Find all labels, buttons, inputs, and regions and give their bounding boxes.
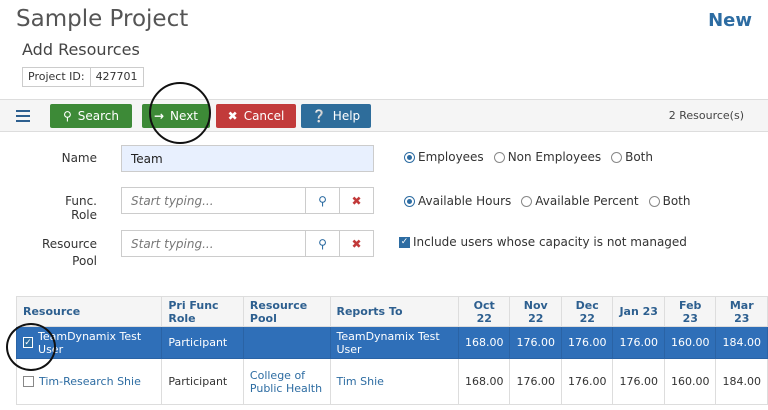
radio-non-employees-label: Non Employees [507, 150, 602, 164]
include-unmanaged-label: Include users whose capacity is not mana… [413, 235, 687, 249]
cell-reports-to: Tim Shie [329, 358, 459, 405]
radio-available-percent-label: Available Percent [535, 194, 639, 208]
col-oct-22[interactable]: Oct 22 [457, 296, 511, 327]
radio-employees-both-dot[interactable] [611, 151, 623, 163]
include-unmanaged-checkbox[interactable]: ✓ [399, 236, 410, 248]
resource-pool-lookup: Start typing... ⚲ ✖ [121, 230, 374, 257]
row-select-checkbox[interactable] [23, 376, 34, 387]
question-circle-icon: ❔ [311, 109, 327, 123]
radio-non-employees[interactable]: Non Employees [493, 150, 602, 164]
radio-available-hours-label: Available Hours [418, 194, 512, 208]
reports-to-link[interactable]: Tim Shie [337, 375, 384, 388]
toolbar: ⚲ Search → Next ✖ Cancel ❔ Help 2 Resour… [0, 99, 768, 132]
cell-jan-23: 176.00 [612, 358, 665, 405]
col-feb-23[interactable]: Feb 23 [663, 296, 717, 327]
resource-pool-clear-icon[interactable]: ✖ [339, 231, 373, 256]
cell-pool [242, 326, 331, 359]
resource-name-link[interactable]: Tim-Research Shie [39, 375, 141, 388]
name-input[interactable]: Team [121, 145, 374, 172]
search-icon: ⚲ [62, 109, 72, 123]
cell-oct-22: 168.00 [457, 326, 511, 359]
radio-employees[interactable]: Employees [404, 150, 484, 164]
col-nov-22[interactable]: Nov 22 [509, 296, 562, 327]
cell-role: Participant [161, 358, 244, 405]
cell-oct-22: 168.00 [457, 358, 511, 405]
search-button[interactable]: ⚲ Search [50, 104, 132, 128]
radio-employees-both[interactable]: Both [611, 150, 653, 164]
cell-nov-22: 176.00 [509, 358, 562, 405]
menu-icon[interactable] [16, 110, 30, 122]
cell-jan-23: 176.00 [612, 326, 665, 359]
resource-pool-label-line1: Resource [41, 237, 97, 251]
radio-available-percent-dot[interactable] [521, 195, 533, 207]
cell-feb-23: 160.00 [663, 358, 717, 405]
cancel-button[interactable]: ✖ Cancel [216, 104, 296, 128]
name-label: Name [61, 151, 97, 165]
col-pri-func-role[interactable]: Pri Func Role [161, 296, 244, 327]
cell-mar-23: 184.00 [715, 326, 768, 359]
help-button-label: Help [332, 109, 361, 123]
project-id-value: 427701 [95, 70, 138, 83]
radio-availability-both-label: Both [662, 194, 691, 208]
radio-employees-dot[interactable] [404, 151, 415, 163]
project-id-label: Project ID: [23, 68, 91, 86]
func-role-lookup: Start typing... ⚲ ✖ [121, 187, 374, 214]
radio-non-employees-dot[interactable] [493, 151, 505, 163]
col-resource[interactable]: Resource [15, 296, 163, 327]
radio-employees-both-label: Both [625, 150, 653, 164]
cell-nov-22: 176.00 [509, 326, 562, 359]
cancel-button-label: Cancel [243, 109, 285, 123]
project-id-box: Project ID: 427701 [22, 67, 144, 87]
page-subtitle: Add Resources [22, 40, 140, 59]
include-unmanaged-checkbox-row[interactable]: ✓ Include users whose capacity is not ma… [399, 235, 687, 249]
page-title: Sample Project [16, 6, 189, 32]
table-row[interactable]: Tim-Research Shie Participant College of… [15, 358, 768, 405]
new-badge: New [708, 10, 752, 31]
radio-available-percent[interactable]: Available Percent [521, 194, 639, 208]
radio-availability-both[interactable]: Both [648, 194, 691, 208]
next-button-highlight-circle [149, 82, 211, 144]
row-checkbox-highlight-circle [6, 323, 56, 371]
close-icon: ✖ [227, 109, 238, 123]
cell-role: Participant [161, 326, 244, 359]
col-dec-22[interactable]: Dec 22 [560, 296, 614, 327]
cell-reports-to: TeamDynamix Test User [329, 326, 459, 359]
resource-pool-link[interactable]: College of Public Health [250, 369, 322, 395]
resource-count: 2 Resource(s) [668, 109, 744, 122]
resource-grid: Resource Pri Func Role Resource Pool Rep… [15, 296, 768, 405]
cell-dec-22: 176.00 [560, 326, 614, 359]
resource-pool-search-icon[interactable]: ⚲ [305, 231, 339, 256]
cell-dec-22: 176.00 [560, 358, 614, 405]
resource-pool-label-line2: Pool [72, 254, 97, 268]
table-row[interactable]: ✓ TeamDynamix Test User Participant Team… [15, 326, 768, 359]
cell-mar-23: 184.00 [715, 358, 768, 405]
availability-radio-group: Available Hours Available Percent Both [404, 194, 690, 208]
radio-employees-label: Employees [418, 150, 484, 164]
help-button[interactable]: ❔ Help [301, 104, 371, 128]
grid-header-row: Resource Pri Func Role Resource Pool Rep… [15, 296, 768, 327]
radio-available-hours-dot[interactable] [404, 195, 415, 207]
cell-feb-23: 160.00 [663, 326, 717, 359]
employee-type-radio-group: Employees Non Employees Both [404, 150, 653, 164]
col-mar-23[interactable]: Mar 23 [715, 296, 768, 327]
radio-available-hours[interactable]: Available Hours [404, 194, 511, 208]
cell-pool: College of Public Health [242, 358, 331, 405]
col-jan-23[interactable]: Jan 23 [612, 296, 665, 327]
func-role-clear-icon[interactable]: ✖ [339, 188, 373, 213]
col-resource-pool[interactable]: Resource Pool [242, 296, 331, 327]
func-role-label: Func. Role [65, 194, 97, 222]
search-button-label: Search [77, 109, 120, 123]
func-role-input[interactable]: Start typing... [122, 188, 305, 213]
col-reports-to[interactable]: Reports To [329, 296, 459, 327]
resource-pool-input[interactable]: Start typing... [122, 231, 305, 256]
radio-availability-both-dot[interactable] [648, 195, 660, 207]
func-role-search-icon[interactable]: ⚲ [305, 188, 339, 213]
